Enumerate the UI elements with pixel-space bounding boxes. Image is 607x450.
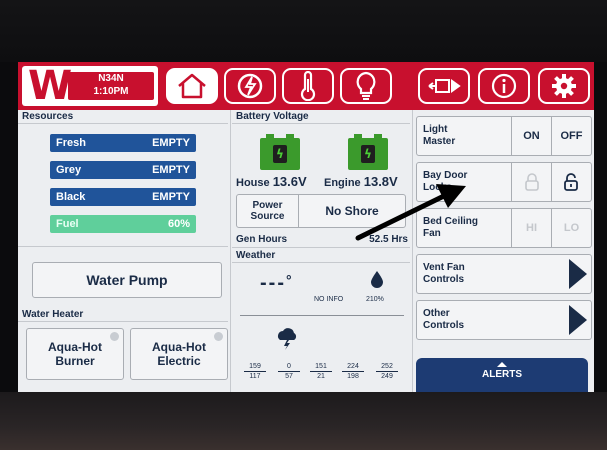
annotation-arrow-icon [355, 184, 466, 241]
monitor-bezel-bottom [0, 392, 607, 450]
